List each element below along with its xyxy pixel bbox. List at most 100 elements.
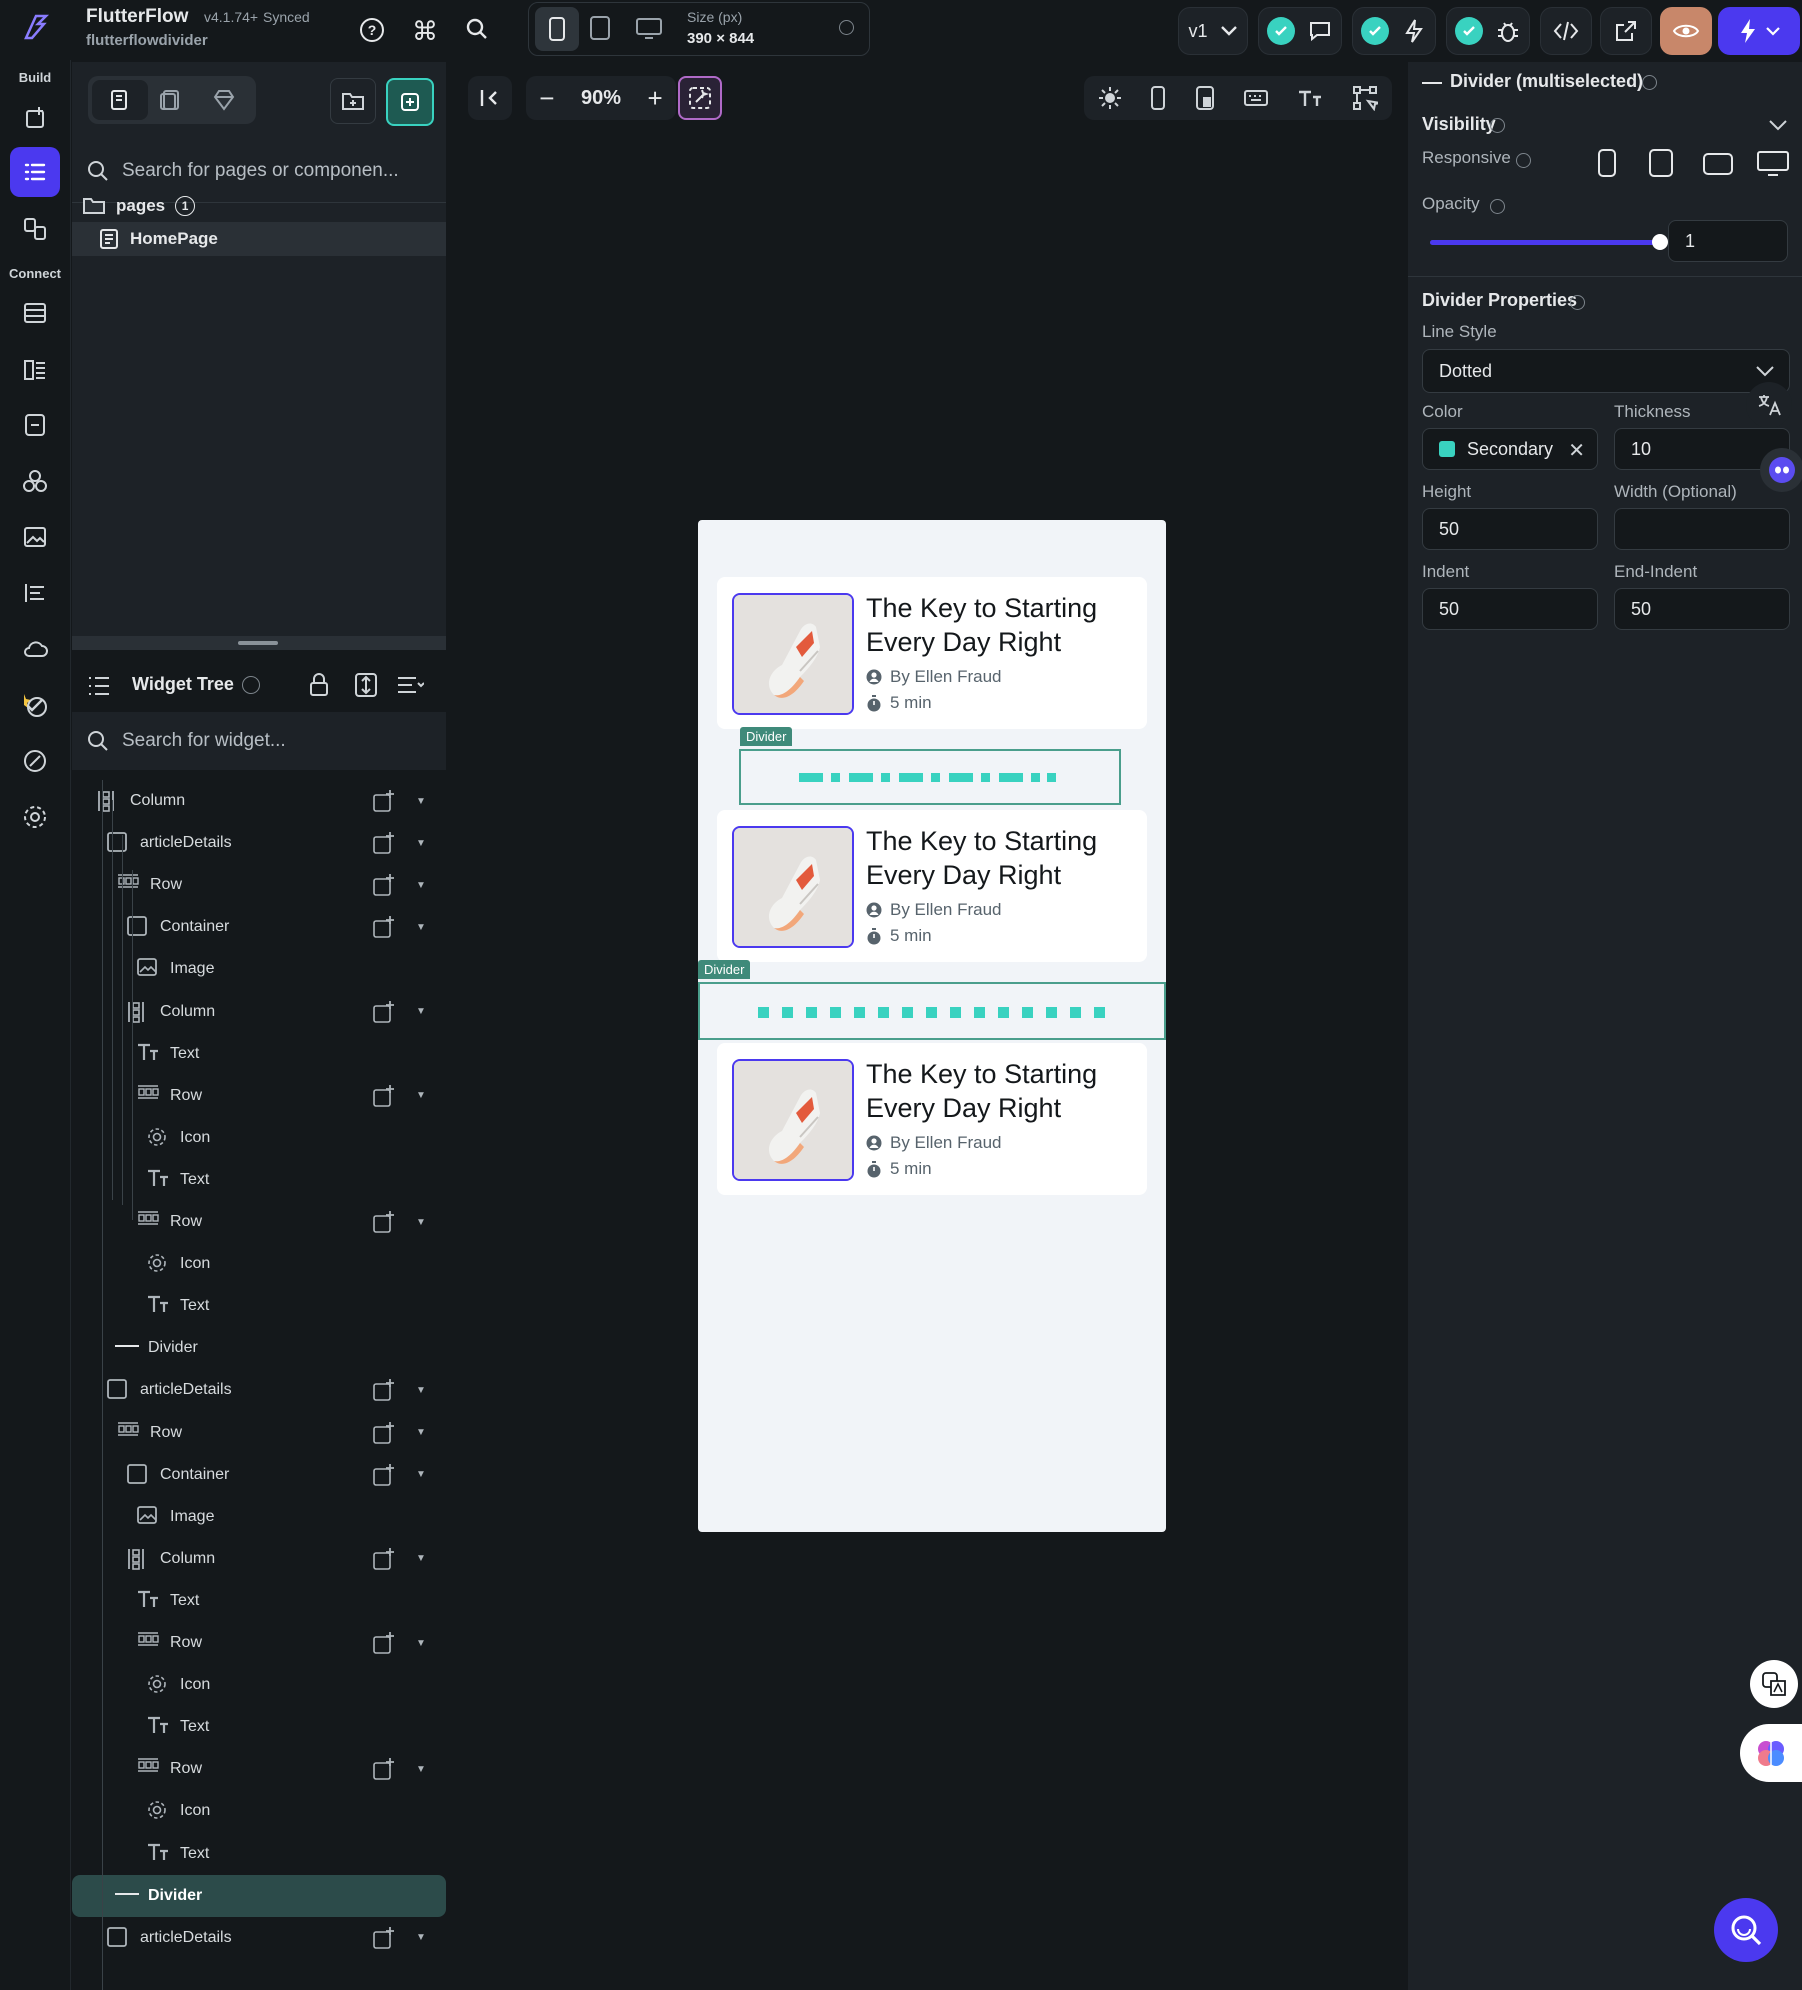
caret-down-icon[interactable]: ▼ [416,1638,426,1649]
tree-node-text[interactable]: Text [72,1159,446,1201]
media-assets-icon[interactable] [10,512,60,562]
api-calls-icon[interactable] [10,568,60,618]
new-folder-button[interactable] [330,78,376,124]
tree-node-icon[interactable]: Icon [72,1243,446,1285]
add-child-icon[interactable] [372,873,396,902]
view-code-button[interactable] [1540,7,1592,55]
storyboard-icon[interactable] [10,204,60,254]
library-gem-icon[interactable] [212,88,236,117]
debug-button[interactable] [1446,7,1530,55]
open-external-button[interactable] [1600,7,1652,55]
add-child-icon[interactable] [372,789,396,818]
app-state-icon[interactable] [10,400,60,450]
add-child-icon[interactable] [372,915,396,944]
divider-selection-outline[interactable] [739,749,1121,805]
firestore-icon[interactable] [10,288,60,338]
visible-tablet-icon[interactable] [1648,148,1674,183]
opacity-info-icon[interactable] [1490,198,1505,216]
page-item-homepage[interactable]: HomePage [72,222,446,256]
flutterflow-logo[interactable] [18,10,52,49]
visible-tablet-landscape-icon[interactable] [1702,152,1734,181]
command-palette-icon[interactable]: ⌘ [412,16,438,47]
data-types-icon[interactable] [10,345,60,395]
pages-tab-icon[interactable] [92,80,148,120]
tree-node-text[interactable]: Text [72,1033,446,1075]
caret-down-icon[interactable]: ▼ [416,1932,426,1943]
panel-resize-handle[interactable] [72,636,446,650]
tree-node-icon[interactable]: Icon [72,1117,446,1159]
desktop-device-icon[interactable] [635,17,663,46]
article-card[interactable]: The Key to Starting Every Day Right By E… [717,810,1147,962]
add-child-icon[interactable] [372,1631,396,1660]
tree-node-image[interactable]: Image [72,1496,446,1538]
tree-node-divider[interactable]: Divider [72,1874,446,1917]
page-search-input[interactable]: Search for pages or componen... [122,160,399,182]
clear-color-icon[interactable]: ✕ [1568,438,1585,463]
tree-node-container[interactable]: Container ▼ [72,906,446,948]
opacity-slider-thumb[interactable] [1652,234,1668,250]
visible-desktop-icon[interactable] [1756,150,1790,183]
divider-props-info-icon[interactable] [1570,294,1585,312]
line-style-dropdown[interactable]: Dotted [1422,349,1790,393]
widget-tree-icon[interactable] [10,147,60,197]
tree-node-text[interactable]: Text [72,1833,446,1875]
end-indent-input[interactable]: 50 [1614,588,1790,630]
pages-folder[interactable]: pages 1 [82,190,446,222]
add-child-icon[interactable] [372,1926,396,1955]
add-child-icon[interactable] [372,1421,396,1450]
help-search-fab[interactable] [1714,1898,1778,1962]
article-card[interactable]: The Key to Starting Every Day Right By E… [717,1043,1147,1195]
tree-node-image[interactable]: Image [72,948,446,990]
visible-phone-icon[interactable] [1596,148,1618,183]
collapse-panel-button[interactable] [468,76,512,120]
device-preview[interactable]: The Key to Starting Every Day Right By E… [698,520,1166,1532]
theme-settings-icon[interactable] [10,736,60,786]
add-child-icon[interactable] [372,1757,396,1786]
visibility-info-icon[interactable] [1490,117,1505,135]
tree-node-row[interactable]: Row ▼ [72,864,446,906]
tree-options-icon[interactable] [396,674,425,701]
add-child-icon[interactable] [372,1547,396,1576]
tree-node-row[interactable]: Row ▼ [72,1201,446,1243]
ai-gen-button[interactable] [678,76,722,120]
caret-down-icon[interactable]: ▼ [416,1469,426,1480]
tablet-device-icon[interactable] [589,15,611,46]
custom-code-icon[interactable] [10,456,60,506]
add-page-icon[interactable] [10,92,60,142]
lock-icon[interactable] [308,672,330,703]
color-picker-field[interactable]: Secondary ✕ [1422,428,1598,470]
opacity-slider[interactable] [1430,234,1668,250]
width-input[interactable] [1614,508,1790,550]
layout-select-icon[interactable] [1352,85,1378,111]
components-tab-icon[interactable] [158,88,182,117]
add-child-icon[interactable] [372,831,396,860]
properties-info-icon[interactable] [1642,74,1657,92]
caret-down-icon[interactable]: ▼ [416,880,426,891]
divider-selection-outline[interactable] [698,982,1166,1040]
add-child-icon[interactable] [372,1000,396,1029]
cloud-functions-icon[interactable] [10,624,60,674]
tree-node-icon[interactable]: Icon [72,1790,446,1832]
device-rotate-icon[interactable] [1195,85,1215,111]
caret-down-icon[interactable]: ▼ [416,922,426,933]
tree-node-articledetails[interactable]: articleDetails ▼ [72,1369,446,1411]
add-child-icon[interactable] [372,1463,396,1492]
tree-node-text[interactable]: Text [72,1580,446,1622]
light-mode-icon[interactable] [1098,86,1122,110]
height-input[interactable]: 50 [1422,508,1598,550]
text-scale-icon[interactable] [1297,87,1323,109]
actions-check-button[interactable] [1352,7,1436,55]
tree-node-column[interactable]: Column ▼ [72,780,446,822]
add-child-icon[interactable] [372,1084,396,1113]
responsive-info-icon[interactable] [1516,152,1531,170]
tree-node-divider[interactable]: Divider [72,1327,446,1369]
tree-node-container[interactable]: Container ▼ [72,1454,446,1496]
tree-node-text[interactable]: Text [72,1285,446,1327]
caret-down-icon[interactable]: ▼ [416,1385,426,1396]
translate-icon[interactable] [1746,382,1792,428]
expand-collapse-icon[interactable] [354,672,378,703]
run-button[interactable] [1718,7,1800,55]
assistant-bot-icon[interactable] [1760,448,1802,492]
tree-node-icon[interactable]: Icon [72,1664,446,1706]
caret-down-icon[interactable]: ▼ [416,1006,426,1017]
